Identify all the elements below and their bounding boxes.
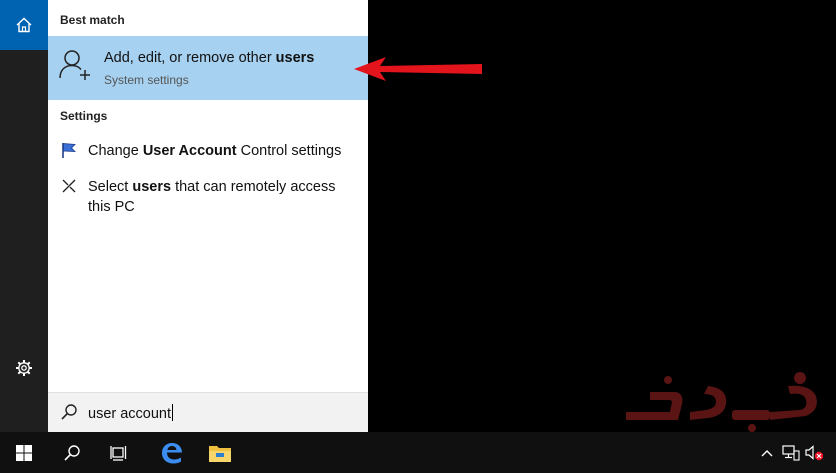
best-match-header: Best match [60,13,125,27]
result-remote-label-pre: Select [88,179,133,195]
gear-icon [16,360,32,376]
search-icon [61,404,77,420]
search-results-panel: Best match Add, edit, or remove other us… [48,0,368,392]
search-box[interactable]: user account [48,392,368,432]
edge-button[interactable] [148,432,196,473]
edge-icon [162,442,182,463]
volume-button[interactable] [804,432,826,473]
annotation-arrow-icon [354,57,482,81]
result-uac-settings[interactable]: Change User Account Control settings [48,140,368,164]
search-icon [64,444,80,461]
file-explorer-button[interactable] [196,432,244,473]
task-view-button[interactable] [96,432,144,473]
result-uac-label-bold: User Account [142,143,237,159]
result-uac-label-post: Control settings [236,143,342,159]
uac-flag-icon [62,143,77,158]
remote-access-icon [62,179,76,193]
volume-muted-icon [805,444,824,460]
file-explorer-icon [209,445,231,462]
show-hidden-icons-button[interactable] [756,432,778,473]
watermark-logo-icon [626,372,817,432]
result-remote-label-bold: users [132,179,172,195]
result-remote-access-label: Select users that can remotely access th… [88,177,348,217]
result-uac-label-pre: Change [88,143,143,159]
start-button[interactable] [0,432,48,473]
best-match-subtitle: System settings [104,73,189,87]
task-view-icon [110,445,127,461]
result-remote-access[interactable]: Select users that can remotely access th… [48,176,368,220]
result-uac-label: Change User Account Control settings [88,141,348,161]
text-caret [172,404,174,421]
taskbar [0,432,836,473]
user-add-icon [59,50,90,80]
best-match-title: Add, edit, or remove other users [104,50,314,66]
settings-header: Settings [60,109,108,123]
network-icon [782,444,800,461]
home-icon [16,17,32,33]
best-match-title-text: Add, edit, or remove other [104,50,276,66]
best-match-result[interactable]: Add, edit, or remove other users System … [48,36,368,100]
settings-button[interactable] [0,344,48,392]
best-match-title-highlight: users [275,50,315,66]
taskbar-search-button[interactable] [48,432,96,473]
chevron-up-icon [761,449,773,456]
network-button[interactable] [780,432,802,473]
search-input[interactable]: user account [88,404,174,422]
start-left-rail [0,0,48,432]
search-query-text: user account [88,406,172,422]
start-icon [16,444,32,461]
home-button[interactable] [0,0,48,50]
